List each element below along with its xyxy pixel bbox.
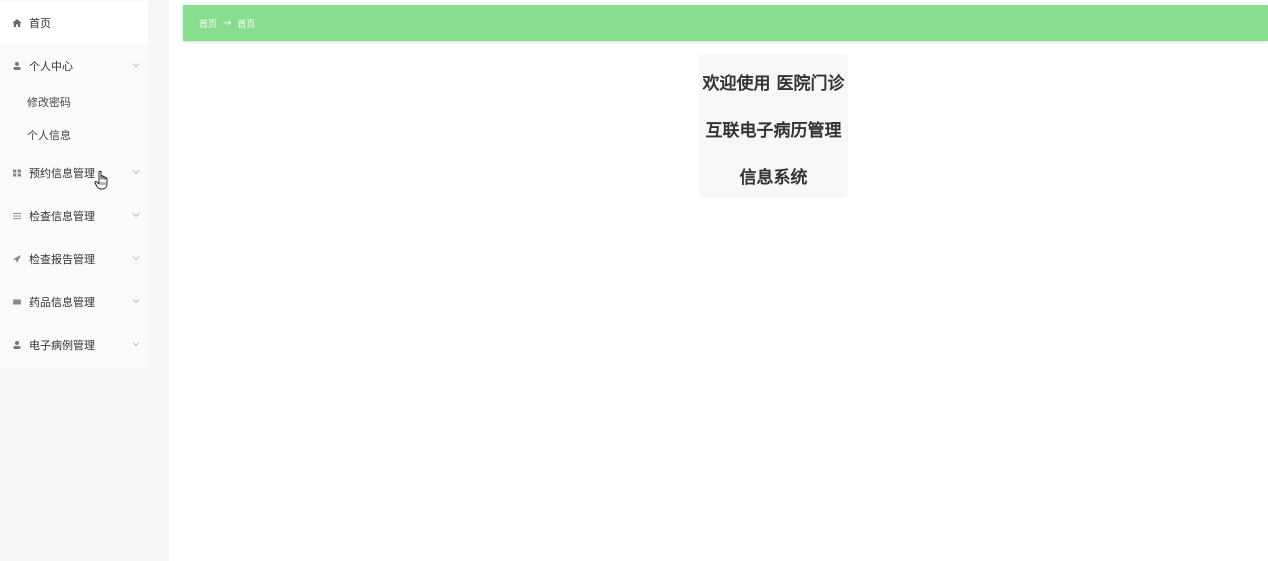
breadcrumb: 首页 → 首页 — [183, 5, 1268, 41]
breadcrumb-current: 首页 — [237, 19, 256, 30]
welcome-card: 欢迎使用 医院门诊 互联电子病历管理 信息系统 — [699, 54, 848, 198]
app-root: 首页 个人中心 修改密码 个人信息 预约信息管理 检查信息管理 检查报告管理 药… — [0, 0, 1268, 561]
sidebar-item-medical-record[interactable]: 电子病例管理 — [0, 324, 148, 366]
sidebar-item-label: 药品信息管理 — [29, 296, 95, 309]
welcome-title-line-1: 欢迎使用 医院门诊 — [702, 74, 845, 94]
chevron-down-icon — [132, 168, 140, 176]
grid-icon — [12, 168, 22, 178]
sidebar-item-label: 首页 — [29, 17, 51, 30]
sidebar-item-appointment[interactable]: 预约信息管理 — [0, 152, 148, 194]
chevron-down-icon — [132, 340, 140, 348]
sidebar-item-label: 个人中心 — [29, 60, 73, 73]
list-icon — [12, 211, 22, 221]
hand-cursor-icon — [94, 170, 110, 192]
welcome-title-line-2: 互联电子病历管理 — [705, 121, 842, 141]
welcome-title-line-3: 信息系统 — [739, 168, 808, 188]
sidebar-item-medicine-info[interactable]: 药品信息管理 — [0, 281, 148, 323]
sidebar-menu: 首页 个人中心 修改密码 个人信息 预约信息管理 检查信息管理 检查报告管理 药… — [0, 0, 148, 368]
breadcrumb-home-link[interactable]: 首页 — [199, 17, 217, 30]
sidebar-item-label: 检查报告管理 — [29, 253, 95, 266]
chevron-down-icon — [132, 211, 140, 219]
chevron-down-icon — [132, 254, 140, 262]
breadcrumb-separator: → — [223, 17, 232, 29]
sidebar-item-label: 预约信息管理 — [29, 167, 95, 180]
user-icon — [12, 340, 22, 350]
sidebar-item-label: 电子病例管理 — [29, 339, 95, 352]
sidebar-item-exam-report[interactable]: 检查报告管理 — [0, 238, 148, 280]
chevron-down-icon — [132, 61, 140, 69]
user-icon — [12, 61, 22, 71]
send-icon — [12, 254, 22, 264]
home-icon — [12, 18, 22, 28]
sidebar-subitem-change-password[interactable]: 修改密码 — [27, 93, 71, 113]
ticket-icon — [12, 297, 22, 307]
sidebar-item-exam-info[interactable]: 检查信息管理 — [0, 195, 148, 237]
sidebar-item-home[interactable]: 首页 — [0, 2, 148, 44]
sidebar-item-personal-center[interactable]: 个人中心 — [0, 45, 148, 87]
sidebar-subitem-personal-info[interactable]: 个人信息 — [27, 126, 71, 146]
chevron-down-icon — [132, 297, 140, 305]
sidebar-item-label: 检查信息管理 — [29, 210, 95, 223]
